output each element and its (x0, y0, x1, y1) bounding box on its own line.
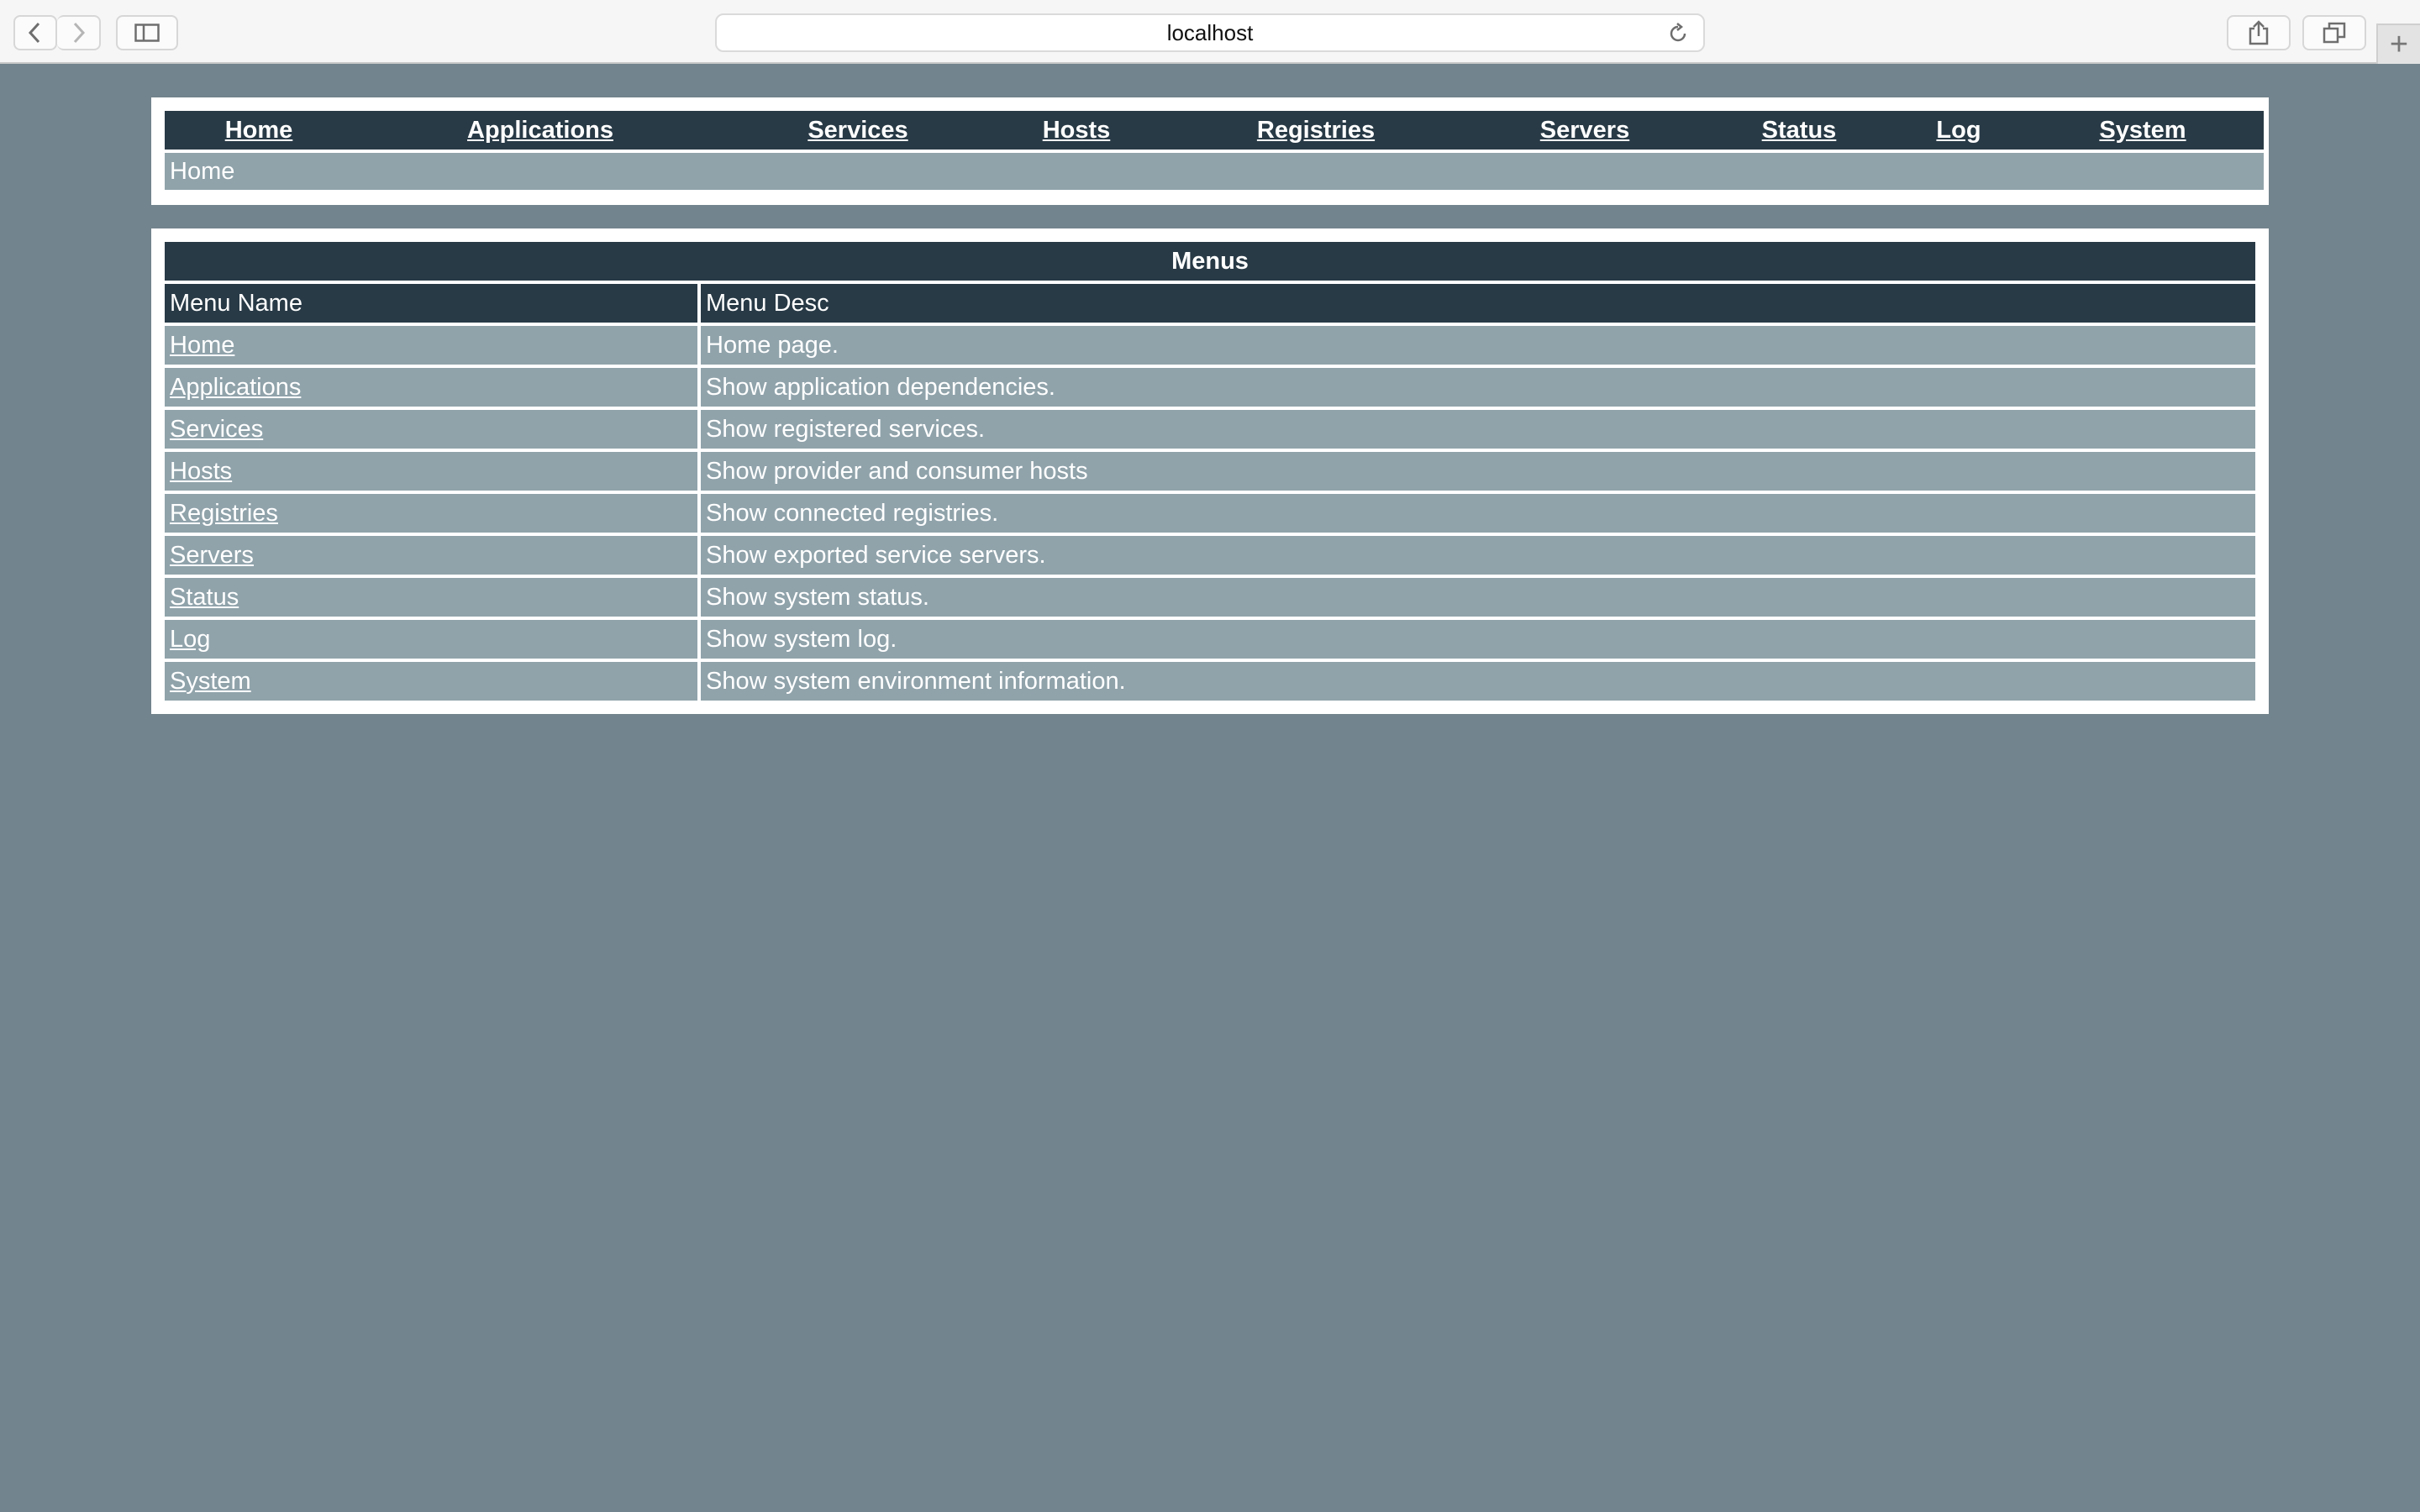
menu-link-servers[interactable]: Servers (170, 542, 254, 569)
sidebar-toggle-button[interactable] (116, 15, 178, 50)
nav-item-services: Services (728, 111, 988, 150)
menu-desc-cell: Show provider and consumer hosts (701, 452, 2255, 491)
menu-link-registries[interactable]: Registries (170, 500, 278, 527)
breadcrumb-text: Home (165, 153, 2264, 190)
menu-desc-cell: Show registered services. (701, 410, 2255, 449)
plus-icon: + (2389, 26, 2409, 62)
breadcrumb: Home (165, 153, 2264, 190)
nav-link-servers[interactable]: Servers (1540, 117, 1629, 144)
nav-item-status: Status (1702, 111, 1896, 150)
nav-item-log: Log (1896, 111, 2022, 150)
nav-menu: Home Applications Services Hosts Registr… (165, 111, 2264, 150)
forward-button[interactable] (57, 15, 101, 50)
sidebar-icon (134, 24, 160, 42)
menus-table: Menus Menu Name Menu Desc Home Home page… (165, 239, 2255, 704)
menu-desc-cell: Show system environment information. (701, 662, 2255, 701)
table-row: Home Home page. (165, 326, 2255, 365)
menu-name-cell: Services (165, 410, 701, 449)
nav-item-home: Home (165, 111, 353, 150)
menu-desc-cell: Show exported service servers. (701, 536, 2255, 575)
menu-link-status[interactable]: Status (170, 584, 239, 611)
nav-item-system: System (2022, 111, 2264, 150)
table-row: System Show system environment informati… (165, 662, 2255, 701)
tabs-icon (2323, 22, 2346, 44)
menu-desc-cell: Show connected registries. (701, 494, 2255, 533)
chevron-left-icon (28, 22, 40, 44)
menu-desc-cell: Show system log. (701, 620, 2255, 659)
menu-desc-cell: Home page. (701, 326, 2255, 365)
table-row: Hosts Show provider and consumer hosts (165, 452, 2255, 491)
nav-link-system[interactable]: System (2099, 117, 2186, 144)
back-button[interactable] (13, 15, 57, 50)
menu-name-cell: Status (165, 578, 701, 617)
share-button[interactable] (2227, 15, 2291, 50)
nav-item-hosts: Hosts (988, 111, 1165, 150)
nav-item-applications: Applications (353, 111, 728, 150)
menu-name-cell: Hosts (165, 452, 701, 491)
share-icon (2249, 20, 2269, 45)
column-header-menu-name: Menu Name (165, 284, 701, 323)
nav-panel: Home Applications Services Hosts Registr… (151, 97, 2269, 205)
menus-table-title-row: Menus (165, 242, 2255, 281)
menu-link-log[interactable]: Log (170, 626, 210, 653)
nav-link-home[interactable]: Home (225, 117, 293, 144)
menu-name-cell: Applications (165, 368, 701, 407)
nav-item-servers: Servers (1467, 111, 1702, 150)
reload-icon[interactable] (1666, 22, 1690, 51)
nav-item-registries: Registries (1165, 111, 1467, 150)
menus-title: Menus (165, 242, 2255, 281)
table-row: Registries Show connected registries. (165, 494, 2255, 533)
nav-link-hosts[interactable]: Hosts (1043, 117, 1111, 144)
menu-link-system[interactable]: System (170, 668, 251, 695)
new-tab-button[interactable]: + (2376, 24, 2420, 64)
menu-link-services[interactable]: Services (170, 416, 263, 443)
tabs-overview-button[interactable] (2302, 15, 2366, 50)
nav-link-log[interactable]: Log (1936, 117, 1981, 144)
menus-table-header: Menu Name Menu Desc (165, 284, 2255, 323)
menu-desc-cell: Show application dependencies. (701, 368, 2255, 407)
address-bar[interactable]: localhost (715, 13, 1705, 52)
menu-name-cell: System (165, 662, 701, 701)
nav-link-status[interactable]: Status (1762, 117, 1837, 144)
menu-name-cell: Log (165, 620, 701, 659)
browser-toolbar: localhost + (0, 0, 2420, 64)
menu-link-hosts[interactable]: Hosts (170, 458, 232, 485)
nav-link-applications[interactable]: Applications (467, 117, 613, 144)
table-row: Log Show system log. (165, 620, 2255, 659)
menu-name-cell: Servers (165, 536, 701, 575)
table-row: Applications Show application dependenci… (165, 368, 2255, 407)
nav-link-services[interactable]: Services (808, 117, 908, 144)
table-row: Services Show registered services. (165, 410, 2255, 449)
table-row: Status Show system status. (165, 578, 2255, 617)
table-row: Servers Show exported service servers. (165, 536, 2255, 575)
nav-table: Home Applications Services Hosts Registr… (165, 108, 2264, 193)
menu-link-applications[interactable]: Applications (170, 374, 301, 401)
address-text: localhost (1166, 19, 1254, 45)
nav-link-registries[interactable]: Registries (1257, 117, 1375, 144)
menu-name-cell: Registries (165, 494, 701, 533)
menu-link-home[interactable]: Home (170, 332, 234, 359)
menu-name-cell: Home (165, 326, 701, 365)
chevron-right-icon (73, 22, 86, 44)
column-header-menu-desc: Menu Desc (701, 284, 2255, 323)
menu-desc-cell: Show system status. (701, 578, 2255, 617)
menus-panel: Menus Menu Name Menu Desc Home Home page… (151, 228, 2269, 714)
